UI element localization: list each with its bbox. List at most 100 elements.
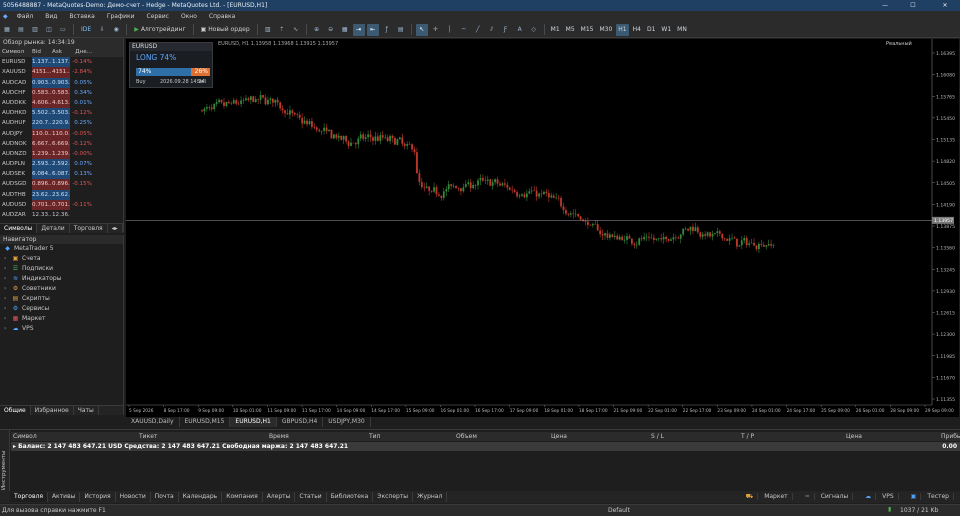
navigator-item[interactable]: › ⚙ Советники bbox=[0, 284, 123, 294]
vline-icon[interactable]: │ bbox=[444, 24, 456, 36]
navigator-item[interactable]: › ▤ Скрипты bbox=[0, 294, 123, 304]
toolbox-tab[interactable]: Эксперты bbox=[373, 492, 414, 502]
depth-icon[interactable]: ▥ bbox=[262, 24, 274, 36]
market-watch-row[interactable]: XAUUSD4151....4151....-2.84% bbox=[0, 67, 123, 78]
trade-column-header[interactable]: T / P bbox=[741, 432, 754, 441]
expand-arrow-icon[interactable]: › bbox=[4, 284, 9, 294]
channel-icon[interactable]: ⫽ bbox=[486, 24, 498, 36]
toolbox-tab[interactable]: Алерты bbox=[263, 492, 296, 502]
toolbox-icon[interactable]: ▭ bbox=[57, 24, 69, 36]
templates-icon[interactable]: ▤ bbox=[395, 24, 407, 36]
camera-icon[interactable]: ◉ bbox=[110, 24, 122, 36]
chart-tab[interactable]: GBPUSD,H4 bbox=[277, 417, 324, 427]
toolbox-tab[interactable]: История bbox=[80, 492, 116, 502]
trade-column-header[interactable]: Символ bbox=[13, 432, 37, 441]
maximize-button[interactable]: ☐ bbox=[902, 0, 924, 11]
chart-line-icon[interactable]: ∿ bbox=[290, 24, 302, 36]
service-tab[interactable]: ▣ Тестер bbox=[903, 492, 958, 502]
algo-trading-button[interactable]: ▶ Алготрейдинг bbox=[131, 24, 188, 36]
shapes-icon[interactable]: ◇ bbox=[528, 24, 540, 36]
service-tab[interactable]: ☁ VPS bbox=[857, 492, 903, 502]
expand-icon[interactable]: ▸ bbox=[11, 443, 16, 450]
service-tab[interactable]: ≈ Сигналы bbox=[797, 492, 857, 502]
expand-arrow-icon[interactable]: › bbox=[4, 314, 9, 324]
navigator-root[interactable]: ◆ MetaTrader 5 bbox=[0, 244, 123, 254]
toolbox-tab[interactable]: Активы bbox=[48, 492, 81, 502]
expand-arrow-icon[interactable]: › bbox=[4, 274, 9, 284]
market-watch-row[interactable]: AUDUSD0.701...0.701...-0.11% bbox=[0, 199, 123, 210]
timeframe-button[interactable]: H1 bbox=[616, 23, 629, 36]
trade-column-header[interactable]: S / L bbox=[651, 432, 664, 441]
chart-tab[interactable]: EURUSD,M15 bbox=[180, 417, 231, 427]
trade-column-header[interactable]: Тикет bbox=[139, 432, 157, 441]
chart-window[interactable]: 1.16395 1.16080 1.15765 1.15450 1.15135 1.148… bbox=[126, 39, 959, 417]
market-watch-row[interactable]: AUDJPY110.0...110.0...-0.05% bbox=[0, 128, 123, 139]
navigator-item[interactable]: › ☁ VPS bbox=[0, 324, 123, 334]
market-watch-row[interactable]: AUDTHB 23.62...23.62... bbox=[0, 189, 123, 200]
tab-details[interactable]: Детали bbox=[37, 224, 70, 234]
crosshair-icon[interactable]: ✛ bbox=[430, 24, 442, 36]
market-watch-row[interactable]: AUDNOK 6.667...6.669...-0.12% bbox=[0, 138, 123, 149]
sell-label[interactable]: Sell bbox=[197, 79, 206, 85]
candlestick-chart[interactable]: 1.16395 1.16080 1.15765 1.15450 1.15135 1.148… bbox=[126, 39, 959, 417]
market-watch-row[interactable]: AUDSGD0.896...0.896...-0.15% bbox=[0, 179, 123, 190]
timeframe-button[interactable]: MN bbox=[675, 24, 689, 36]
shift-icon[interactable]: ⇤ bbox=[366, 23, 379, 36]
market-watch-row[interactable]: AUDCHF 0.583...0.583... 0.34% bbox=[0, 87, 123, 98]
timeframe-button[interactable]: H4 bbox=[631, 24, 643, 36]
navigator-icon[interactable]: ◫ bbox=[43, 24, 55, 36]
trade-column-header[interactable]: Цена bbox=[846, 432, 862, 441]
timeframe-button[interactable]: M5 bbox=[564, 24, 577, 36]
toolbox-tab[interactable]: Торговля bbox=[10, 492, 48, 502]
market-watch-row[interactable]: AUDZAR 12.33...12.36... bbox=[0, 210, 123, 220]
navigator-item[interactable]: › ☰ Подписки bbox=[0, 264, 123, 274]
chart-up-icon[interactable]: ⇡ bbox=[276, 24, 288, 36]
tab-symbols[interactable]: Символы bbox=[0, 224, 38, 234]
expand-arrow-icon[interactable]: › bbox=[4, 294, 9, 304]
trendline-icon[interactable]: ╱ bbox=[472, 24, 484, 36]
toolbox-tab[interactable]: Календарь bbox=[179, 492, 223, 502]
market-watch-row[interactable]: AUDCAD 0.903...0.903... 0.05% bbox=[0, 77, 123, 88]
expand-arrow-icon[interactable]: › bbox=[4, 304, 9, 314]
expand-arrow-icon[interactable]: › bbox=[4, 254, 9, 264]
menu-item[interactable]: Вставка bbox=[63, 13, 100, 20]
toolbox-tab[interactable]: Почта bbox=[151, 492, 179, 502]
chart-tab[interactable]: EURUSD,H1 bbox=[230, 417, 277, 427]
trade-column-header[interactable]: Тип bbox=[369, 432, 381, 441]
text-icon[interactable]: A bbox=[514, 24, 526, 36]
new-chart-icon[interactable]: ▦ bbox=[1, 24, 13, 36]
toolbox-tab[interactable]: Компания bbox=[222, 492, 263, 502]
close-button[interactable]: ✕ bbox=[930, 0, 960, 11]
download-icon[interactable]: ⇩ bbox=[96, 24, 108, 36]
expand-arrow-icon[interactable]: › bbox=[4, 264, 9, 274]
tab-general[interactable]: Общие bbox=[0, 406, 31, 415]
chart-tab[interactable]: USDJPY,M30 bbox=[323, 417, 371, 427]
menu-item[interactable]: Графики bbox=[101, 13, 141, 20]
buy-label[interactable]: Buy bbox=[136, 79, 146, 85]
menu-item[interactable]: Окно bbox=[175, 13, 203, 20]
toolbox-tab[interactable]: Журнал bbox=[413, 492, 448, 502]
timeframe-button[interactable]: M30 bbox=[597, 24, 614, 36]
market-watch-row[interactable]: AUDPLN 2.593...2.592... 0.07% bbox=[0, 159, 123, 170]
market-watch-row[interactable]: AUDDKK 4.606...4.613... 0.01% bbox=[0, 97, 123, 109]
tile-icon[interactable]: ▦ bbox=[339, 24, 351, 36]
toolbox-tab[interactable]: Статьи bbox=[295, 492, 327, 502]
timeframe-button[interactable]: D1 bbox=[645, 24, 657, 36]
profiles-icon[interactable]: ▤ bbox=[15, 24, 27, 36]
timeframe-button[interactable]: M15 bbox=[579, 24, 596, 36]
zoom-in-icon[interactable]: ⊕ bbox=[311, 24, 323, 36]
navigator-item[interactable]: › ⚙ Сервисы bbox=[0, 304, 123, 314]
autoscroll-icon[interactable]: ⇥ bbox=[352, 23, 365, 36]
hline-icon[interactable]: ─ bbox=[458, 24, 470, 36]
trade-column-header[interactable]: Объем bbox=[456, 432, 477, 441]
navigator-item[interactable]: › ▦ Маркет bbox=[0, 314, 123, 324]
indicators-icon[interactable]: ƒ bbox=[381, 24, 393, 36]
trade-column-header[interactable]: Цена bbox=[551, 432, 567, 441]
tab-trading[interactable]: Торговля bbox=[70, 224, 108, 234]
market-watch-row[interactable]: AUDNZD1.239...1.239...-0.00% bbox=[0, 148, 123, 160]
toolbox-tab[interactable]: Библиотека bbox=[327, 492, 374, 502]
fibo-icon[interactable]: Ƒ bbox=[500, 24, 512, 36]
new-order-button[interactable]: ▣ Новый ордер bbox=[198, 24, 253, 36]
expand-arrow-icon[interactable]: › bbox=[4, 324, 9, 334]
menu-item[interactable]: Сервис bbox=[141, 13, 175, 20]
